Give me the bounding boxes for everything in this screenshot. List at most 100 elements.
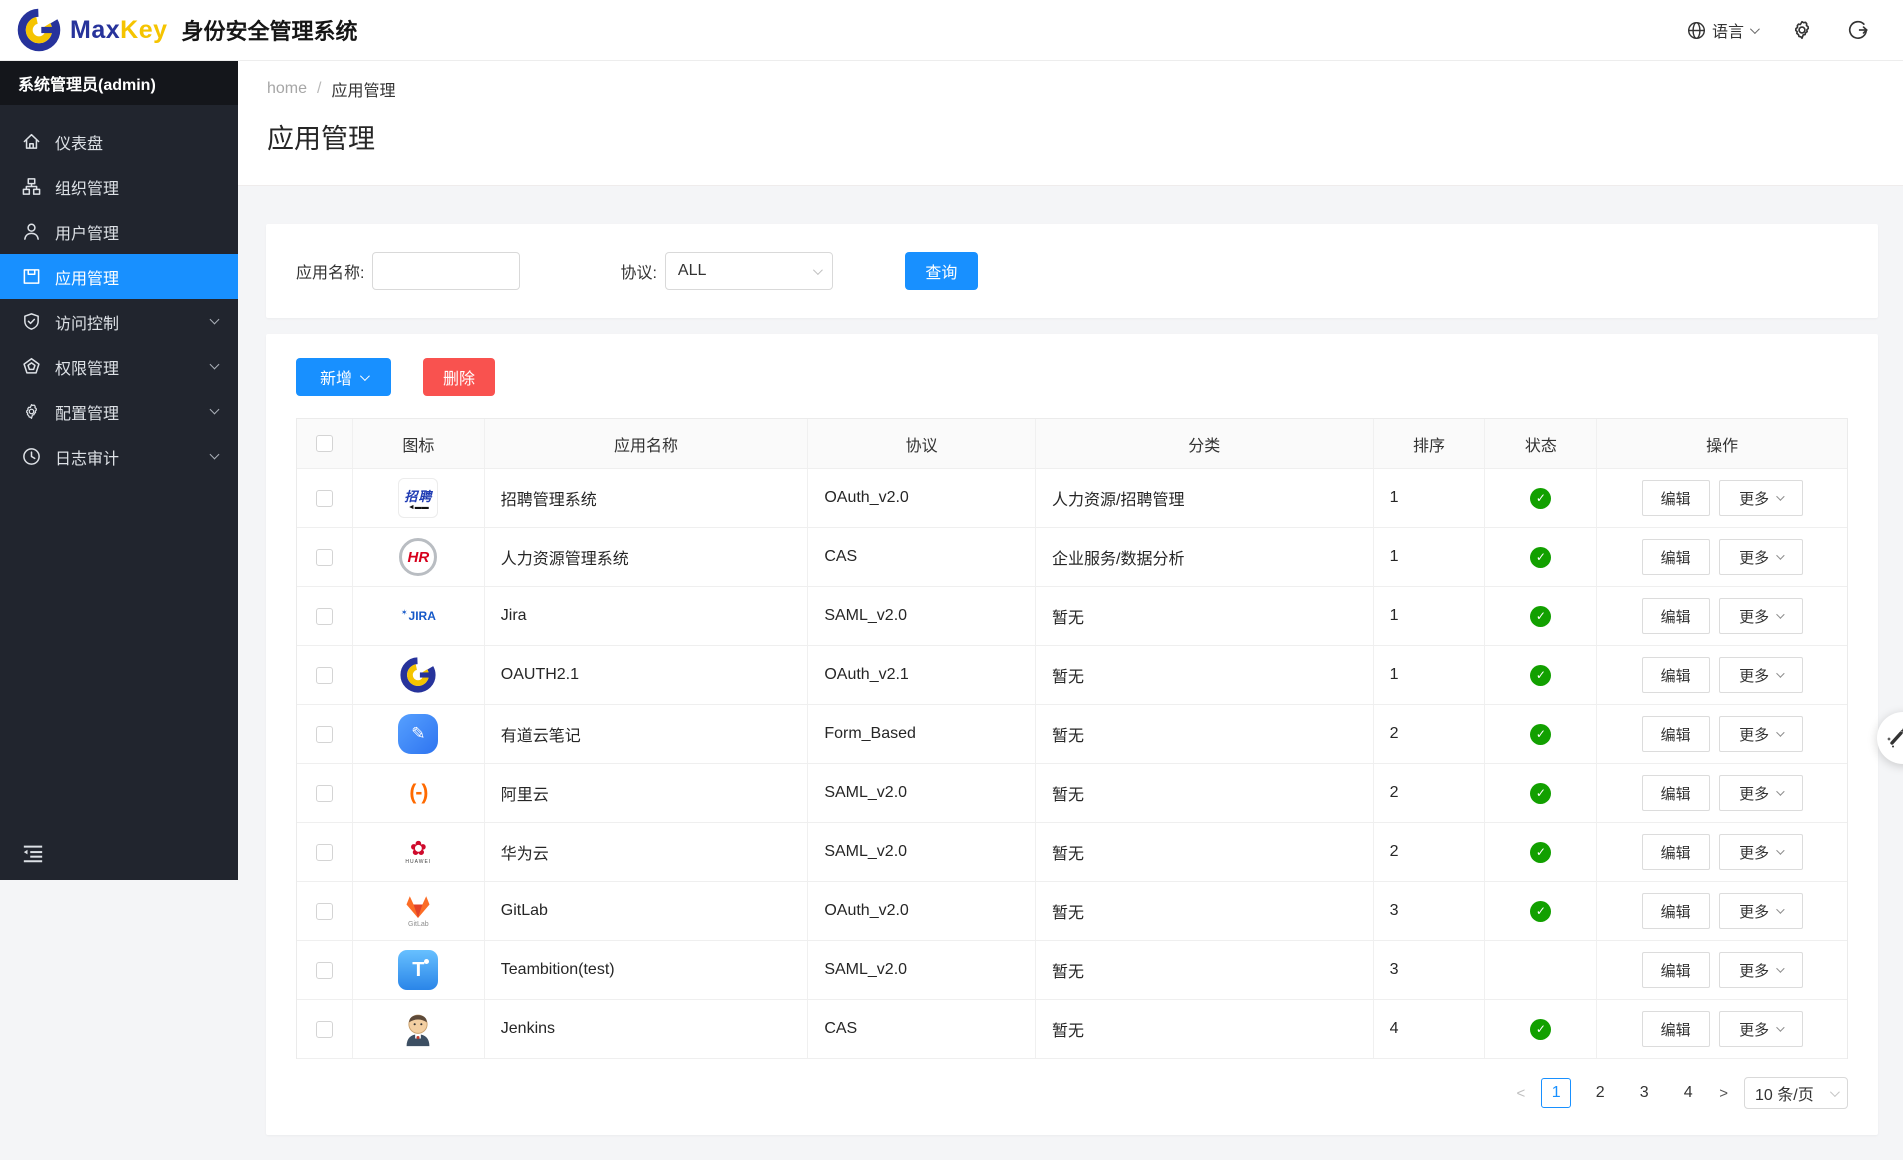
settings-button[interactable] <box>1791 19 1813 41</box>
sort-cell: 4 <box>1374 1000 1486 1058</box>
sidebar-item-home[interactable]: 仪表盘 <box>0 119 238 164</box>
page-number-4[interactable]: 4 <box>1673 1078 1703 1108</box>
sidebar-item-user[interactable]: 用户管理 <box>0 209 238 254</box>
edit-button[interactable]: 编辑 <box>1642 716 1710 752</box>
sidebar-item-gem[interactable]: 权限管理 <box>0 344 238 389</box>
category-cell: 暂无 <box>1036 764 1374 822</box>
more-button[interactable]: 更多 <box>1719 539 1803 575</box>
edit-button[interactable]: 编辑 <box>1642 539 1710 575</box>
sidebar-item-org[interactable]: 组织管理 <box>0 164 238 209</box>
protocol-cell: CAS <box>808 528 1036 586</box>
column-header: 图标 <box>353 419 485 468</box>
more-button[interactable]: 更多 <box>1719 834 1803 870</box>
app-name-cell: Teambition(test) <box>485 941 809 999</box>
delete-button[interactable]: 删除 <box>423 358 495 396</box>
more-button[interactable]: 更多 <box>1719 893 1803 929</box>
status-active-badge: ✓ <box>1530 1019 1551 1040</box>
chevron-down-icon <box>1776 728 1784 736</box>
row-checkbox[interactable] <box>316 726 333 743</box>
protocol-label: 协议: <box>620 259 656 283</box>
more-button[interactable]: 更多 <box>1719 480 1803 516</box>
breadcrumb-separator: / <box>317 80 321 98</box>
table-row: GitLab GitLab OAuth_v2.0 暂无 3 ✓ 编辑 更多 <box>297 882 1847 941</box>
more-button[interactable]: 更多 <box>1719 657 1803 693</box>
app-icon-maxkey <box>398 655 438 695</box>
sort-cell: 1 <box>1374 528 1486 586</box>
sidebar-collapse-button[interactable] <box>22 843 44 868</box>
app-icon-teambition: T <box>398 950 438 990</box>
edit-button[interactable]: 编辑 <box>1642 480 1710 516</box>
sidebar-item-gear[interactable]: 配置管理 <box>0 389 238 434</box>
protocol-select[interactable]: ALL <box>665 252 833 290</box>
table-row: T Teambition(test) SAML_v2.0 暂无 3 编辑 更多 <box>297 941 1847 1000</box>
gear-icon <box>22 402 41 421</box>
row-checkbox[interactable] <box>316 962 333 979</box>
chevron-down-icon <box>210 405 220 415</box>
app-icon-jira: ✶JIRA <box>398 596 438 636</box>
page-number-2[interactable]: 2 <box>1585 1078 1615 1108</box>
home-icon <box>22 132 41 151</box>
page-size-value: 10 条/页 <box>1755 1081 1814 1105</box>
table-toolbar: 新增 删除 <box>296 358 1848 396</box>
status-active-badge: ✓ <box>1530 547 1551 568</box>
prev-page-button[interactable]: < <box>1514 1085 1527 1102</box>
status-active-badge: ✓ <box>1530 724 1551 745</box>
sidebar-item-shield[interactable]: 访问控制 <box>0 299 238 344</box>
logout-button[interactable] <box>1847 19 1869 41</box>
app-icon-jenkins <box>398 1009 438 1049</box>
column-header: 协议 <box>808 419 1036 468</box>
chevron-down-icon <box>1776 787 1784 795</box>
language-label: 语言 <box>1712 18 1744 42</box>
sidebar-item-label: 应用管理 <box>55 265 218 289</box>
row-checkbox[interactable] <box>316 903 333 920</box>
search-button[interactable]: 查询 <box>905 252 978 290</box>
edit-button[interactable]: 编辑 <box>1642 598 1710 634</box>
app-icon-huawei: ✿HUAWEI <box>398 832 438 872</box>
row-checkbox[interactable] <box>316 608 333 625</box>
sort-cell: 2 <box>1374 705 1486 763</box>
table-card: 新增 删除 图标应用名称协议分类排序状态操作 招聘◄▬▬ 招聘管理系统 OAut… <box>266 334 1878 1135</box>
edit-button[interactable]: 编辑 <box>1642 834 1710 870</box>
page-number-1[interactable]: 1 <box>1541 1078 1571 1108</box>
more-button[interactable]: 更多 <box>1719 952 1803 988</box>
more-button[interactable]: 更多 <box>1719 775 1803 811</box>
category-cell: 暂无 <box>1036 705 1374 763</box>
app-name-input[interactable] <box>372 252 520 290</box>
sidebar-item-app[interactable]: 应用管理 <box>0 254 238 299</box>
edit-button[interactable]: 编辑 <box>1642 657 1710 693</box>
more-button[interactable]: 更多 <box>1719 1011 1803 1047</box>
row-checkbox[interactable] <box>316 490 333 507</box>
row-checkbox[interactable] <box>316 1021 333 1038</box>
select-all-checkbox[interactable] <box>316 435 333 452</box>
protocol-cell: SAML_v2.0 <box>808 823 1036 881</box>
menu-fold-icon <box>22 843 44 863</box>
language-selector[interactable]: 语言 <box>1687 18 1757 42</box>
more-button[interactable]: 更多 <box>1719 598 1803 634</box>
row-checkbox[interactable] <box>316 667 333 684</box>
breadcrumb-home-link[interactable]: home <box>267 80 307 98</box>
content-area: 应用名称: 协议: ALL 查询 新增 删除 图标应用名称协议分类排序状态操作 <box>238 186 1903 1135</box>
edit-button[interactable]: 编辑 <box>1642 952 1710 988</box>
page-number-3[interactable]: 3 <box>1629 1078 1659 1108</box>
page-size-select[interactable]: 10 条/页 <box>1744 1077 1848 1109</box>
chevron-down-icon <box>1776 669 1784 677</box>
app-icon-hr: HR <box>399 538 437 576</box>
edit-button[interactable]: 编辑 <box>1642 775 1710 811</box>
row-checkbox[interactable] <box>316 844 333 861</box>
org-chart-icon <box>22 177 41 196</box>
add-button[interactable]: 新增 <box>296 358 391 396</box>
chevron-down-icon <box>1776 610 1784 618</box>
status-active-badge: ✓ <box>1530 901 1551 922</box>
chevron-down-icon <box>210 450 220 460</box>
chevron-down-icon <box>1776 846 1784 854</box>
row-checkbox[interactable] <box>316 549 333 566</box>
edit-button[interactable]: 编辑 <box>1642 1011 1710 1047</box>
more-button[interactable]: 更多 <box>1719 716 1803 752</box>
category-cell: 暂无 <box>1036 823 1374 881</box>
next-page-button[interactable]: > <box>1717 1085 1730 1102</box>
table-row: 招聘◄▬▬ 招聘管理系统 OAuth_v2.0 人力资源/招聘管理 1 ✓ 编辑… <box>297 469 1847 528</box>
sidebar-item-clock[interactable]: 日志审计 <box>0 434 238 479</box>
edit-button[interactable]: 编辑 <box>1642 893 1710 929</box>
column-header: 排序 <box>1374 419 1486 468</box>
row-checkbox[interactable] <box>316 785 333 802</box>
